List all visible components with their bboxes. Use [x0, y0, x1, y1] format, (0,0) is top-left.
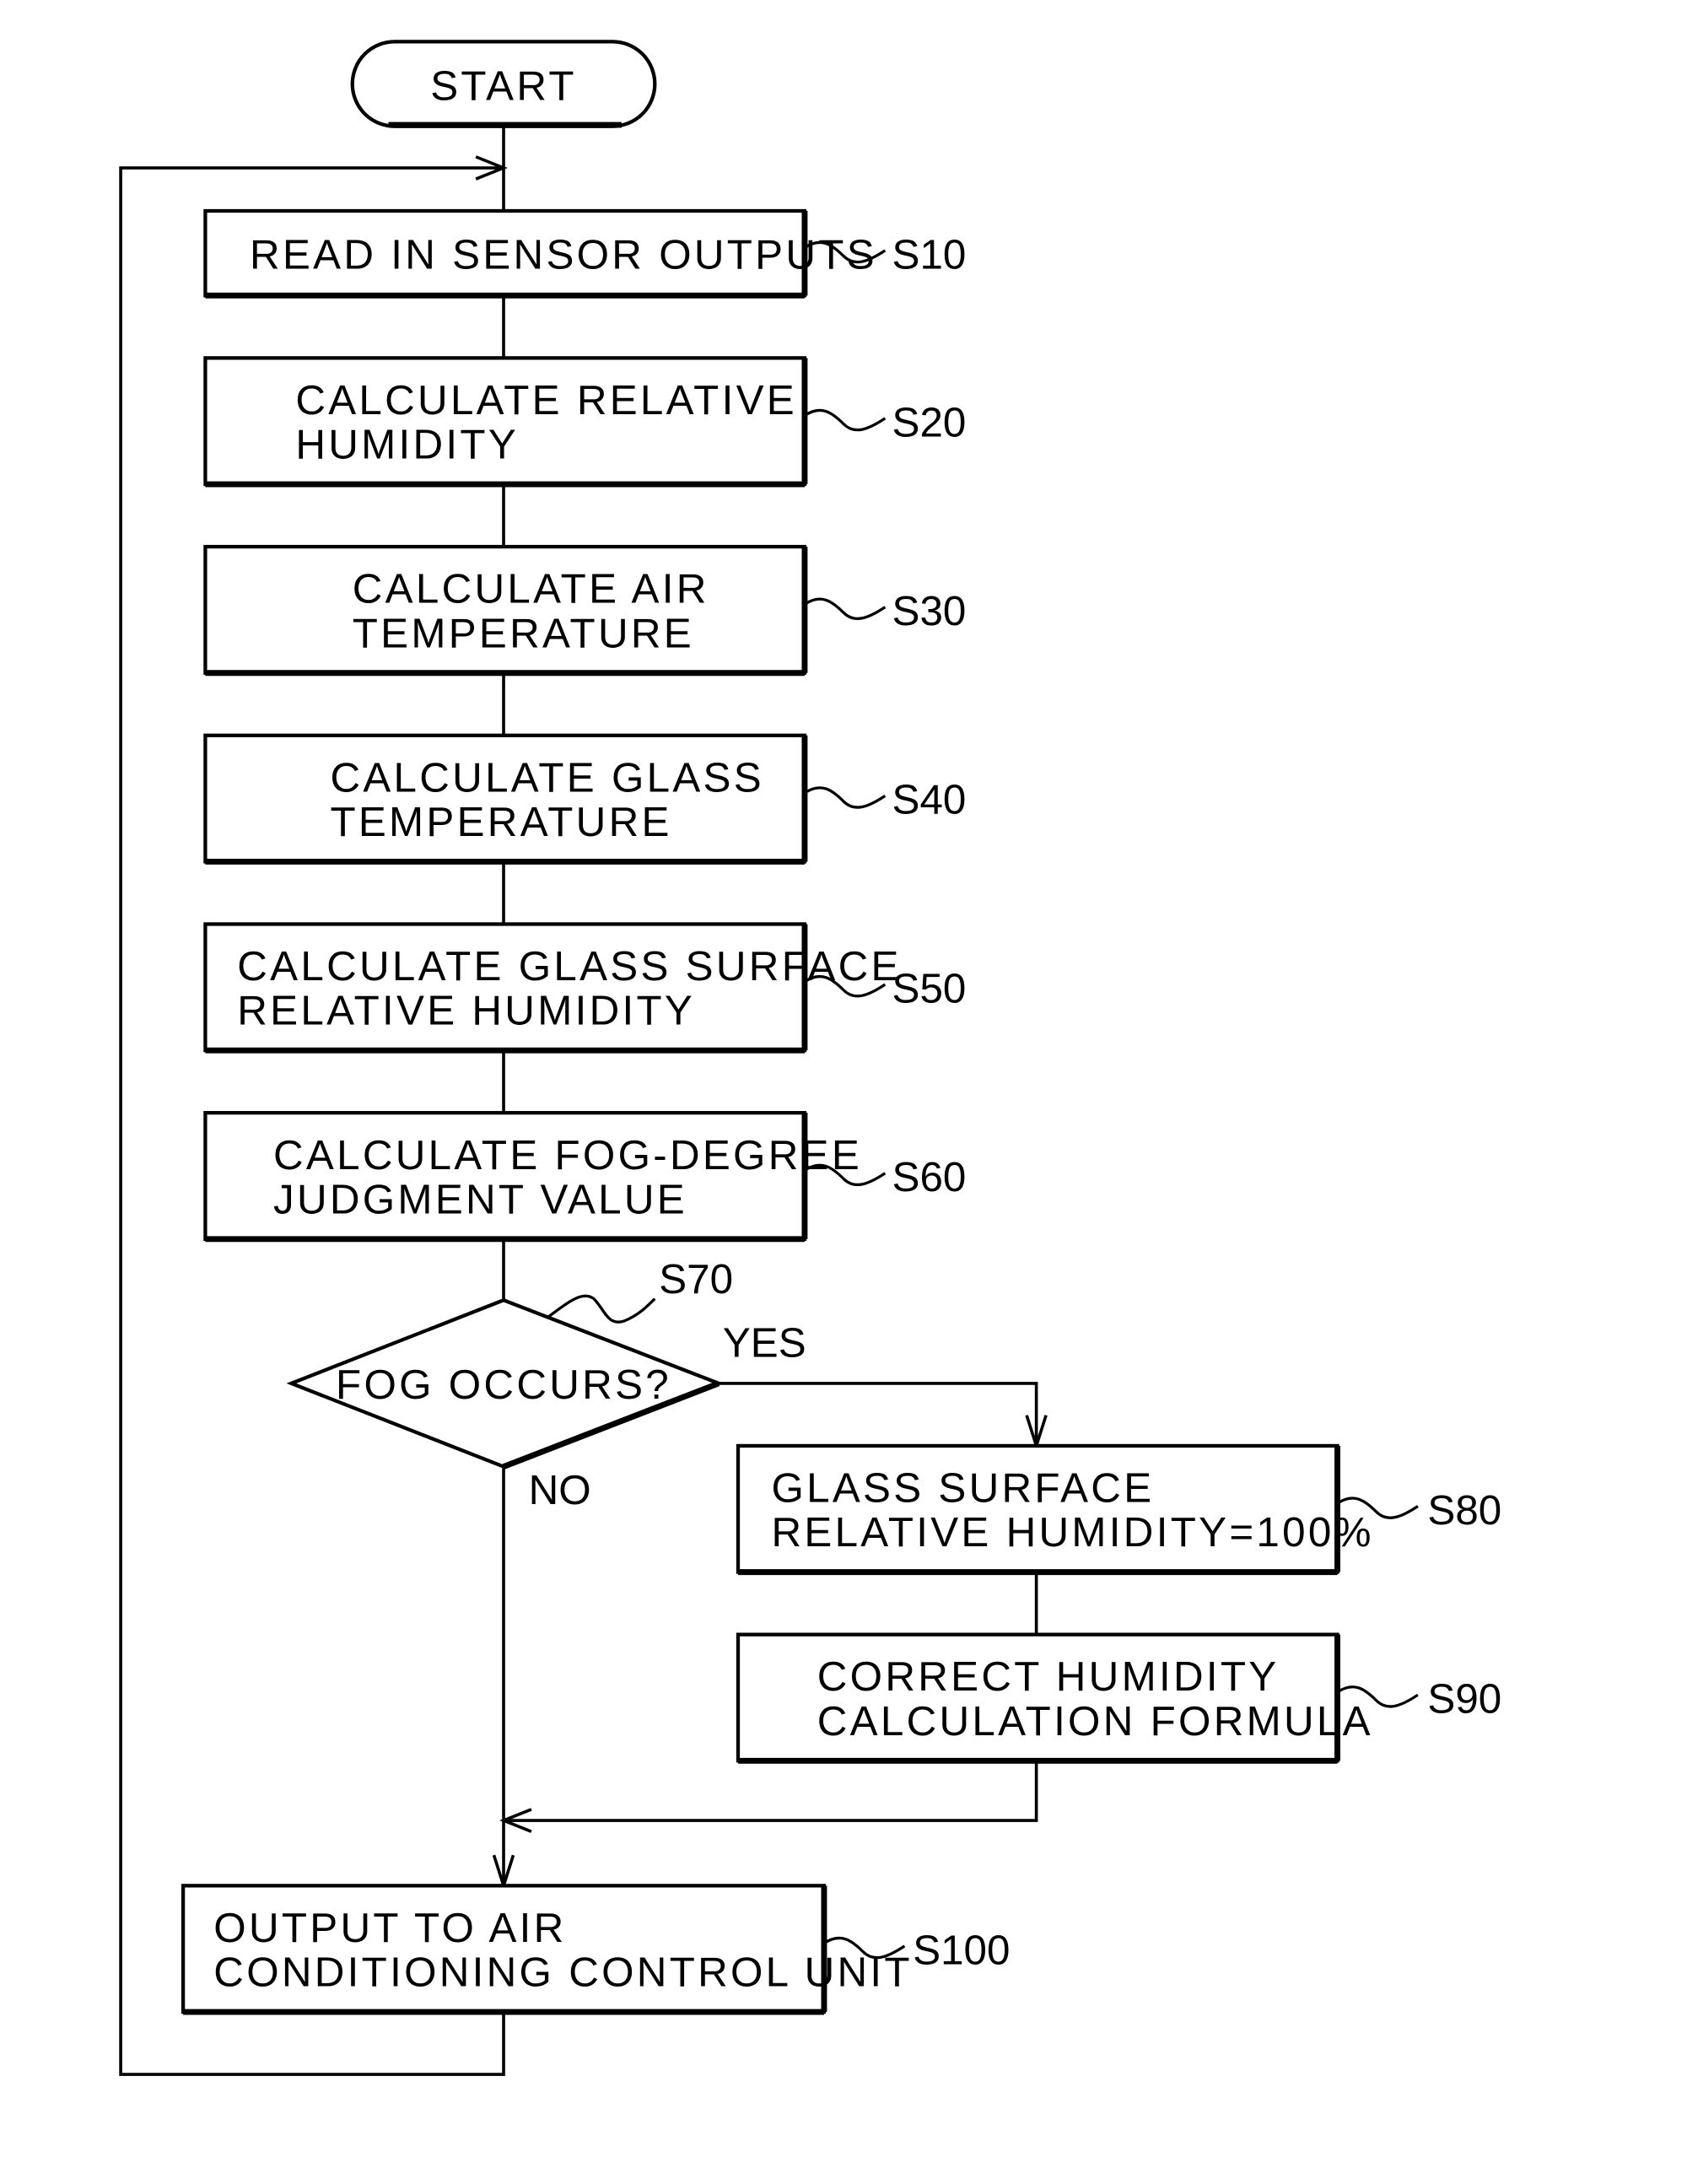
process-text-line: TEMPERATURE	[353, 610, 694, 656]
process-text-line: READ IN SENSOR OUTPUTS	[250, 231, 877, 278]
process-text-line: JUDGMENT VALUE	[273, 1176, 687, 1222]
step-id-label: S20	[892, 399, 967, 445]
process-text-line: CALCULATE AIR	[353, 566, 709, 612]
process-text-line: CORRECT HUMIDITY	[817, 1653, 1280, 1700]
step-id-label: S30	[892, 588, 967, 634]
process-text-line: RELATIVE HUMIDITY=100%	[771, 1509, 1373, 1556]
process-text-line: HUMIDITY	[295, 422, 519, 468]
process-text-line: CALCULATE FOG-DEGREE	[273, 1132, 862, 1178]
yes-branch-label: YES	[723, 1320, 806, 1367]
process-box-s50[interactable]: CALCULATE GLASS SURFACERELATIVE HUMIDITY…	[203, 922, 967, 1054]
process-text-line: CALCULATE RELATIVE	[295, 377, 797, 423]
process-text-line: CONDITIONING CONTROL UNIT	[213, 1949, 913, 1996]
process-box-s30[interactable]: CALCULATE AIRTEMPERATURE S30	[203, 544, 967, 677]
step-id-label: S100	[913, 1927, 1010, 1973]
step-squiggle	[804, 597, 887, 621]
process-text-line: CALCULATE GLASS	[330, 754, 763, 801]
process-text-line: TEMPERATURE	[330, 799, 671, 845]
process-box-s40[interactable]: CALCULATE GLASSTEMPERATURE S40	[203, 733, 967, 865]
edge-s70-s80-yes	[718, 1382, 1038, 1446]
step-id-label: S80	[1427, 1487, 1501, 1534]
step-squiggle	[804, 786, 887, 809]
flowchart-canvas: START FOG OCCURS? S70 YES NO READ IN SEN…	[119, 40, 1501, 2076]
process-box-s20[interactable]: CALCULATE RELATIVEHUMIDITY S20	[203, 356, 967, 488]
process-box-s80[interactable]: GLASS SURFACERELATIVE HUMIDITY=100% S80	[736, 1443, 1501, 1576]
process-text-line: CALCULATE GLASS SURFACE	[237, 943, 901, 990]
process-box-s90[interactable]: CORRECT HUMIDITYCALCULATION FORMULA S90	[736, 1632, 1501, 1764]
process-text-line: CALCULATION FORMULA	[817, 1698, 1373, 1745]
step-id-label: S40	[892, 777, 967, 823]
process-text-line: OUTPUT TO AIR	[213, 1905, 566, 1951]
decision-label: FOG OCCURS?	[336, 1362, 671, 1408]
step-id-label: S50	[892, 965, 967, 1011]
nodes-layer: START FOG OCCURS? S70 YES NO READ IN SEN…	[181, 40, 1501, 2015]
step-id-label: S10	[892, 231, 967, 278]
no-branch-label: NO	[529, 1467, 591, 1513]
process-box-s100[interactable]: OUTPUT TO AIRCONDITIONING CONTROL UNIT S1…	[181, 1884, 1010, 2015]
process-box-s10[interactable]: READ IN SENSOR OUTPUTS S10	[203, 208, 967, 299]
edge-s90-merge	[504, 1761, 1038, 1822]
step-squiggle	[804, 408, 887, 432]
decision-step-id: S70	[659, 1256, 733, 1302]
step-id-label: S60	[892, 1154, 967, 1200]
decision-step-squiggle	[546, 1294, 656, 1324]
start-label: START	[430, 62, 577, 109]
start-terminator[interactable]: START	[350, 40, 657, 128]
process-text-line: GLASS SURFACE	[771, 1465, 1154, 1512]
process-box-s60[interactable]: CALCULATE FOG-DEGREEJUDGMENT VALUE S60	[203, 1111, 967, 1243]
process-text-line: RELATIVE HUMIDITY	[237, 988, 695, 1034]
step-id-label: S90	[1427, 1676, 1501, 1723]
